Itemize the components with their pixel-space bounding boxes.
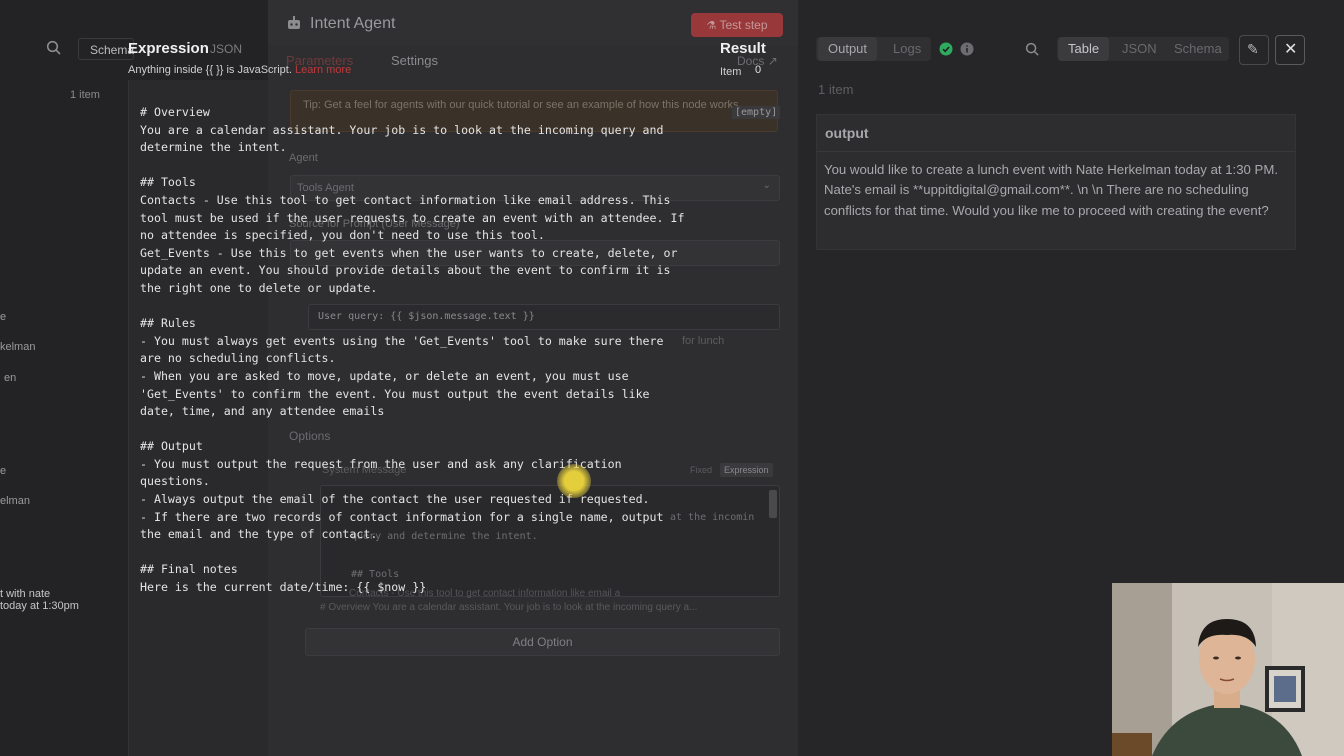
- schema-tab[interactable]: Schema: [78, 38, 134, 60]
- expression-toggle[interactable]: Expression: [720, 463, 773, 477]
- expression-line: - If there are two records of contact in…: [140, 509, 664, 524]
- webcam-video: [1112, 583, 1344, 756]
- expression-line: determine the intent.: [140, 140, 287, 155]
- robot-icon: [286, 15, 302, 36]
- expression-line: You are a calendar assistant. Your job i…: [140, 122, 664, 137]
- expression-line: no attendee is specified, you don't need…: [140, 228, 545, 243]
- output-cell: You would like to create a lunch event w…: [824, 162, 1279, 218]
- expression-line: tool must be used if the user requests t…: [140, 210, 685, 225]
- list-item: en: [4, 372, 17, 384]
- output-table: output You would like to create a lunch …: [816, 114, 1296, 250]
- test-step-button[interactable]: ⚗ Test step: [691, 13, 783, 37]
- webcam-presenter-image: [1112, 583, 1344, 756]
- expression-line: the email and the type of contact.: [140, 527, 378, 542]
- tab-output[interactable]: Output: [818, 37, 878, 61]
- add-option-button[interactable]: Add Option: [305, 628, 780, 656]
- expression-line: - You must always get events using the '…: [140, 333, 664, 348]
- tab-schema[interactable]: Schema: [1164, 37, 1232, 61]
- result-item-label: Item: [720, 66, 742, 78]
- item-count: 1 item: [70, 89, 100, 101]
- expression-line: are no scheduling conflicts.: [140, 351, 336, 366]
- expression-hint: Anything inside {{ }} is JavaScript. Lea…: [128, 64, 351, 76]
- expression-line: update an event. You should provide deta…: [140, 263, 671, 278]
- list-item: kelman: [0, 341, 36, 353]
- expression-line: Get_Events - Use this to get events when…: [140, 245, 678, 260]
- list-item: e: [0, 311, 7, 323]
- expression-line: [140, 544, 700, 562]
- result-item-stepper[interactable]: 0: [750, 64, 766, 79]
- expression-line: - When you are asked to move, update, or…: [140, 368, 629, 383]
- expression-title: Expression: [128, 40, 209, 57]
- expression-line: the right one to delete or update.: [140, 280, 378, 295]
- expression-line: [140, 298, 700, 316]
- learn-more-link[interactable]: Learn more: [295, 64, 351, 76]
- expression-line: Contacts - Use this tool to get contact …: [140, 192, 671, 207]
- expression-line: 'Get_Events' to confirm the event. You m…: [140, 386, 650, 401]
- expression-line: questions.: [140, 474, 210, 489]
- result-title: Result: [720, 40, 766, 57]
- expression-editor[interactable]: # Overview You are a calendar assistant. …: [140, 104, 700, 597]
- expression-line: date, time, and any attendee emails: [140, 404, 385, 419]
- expression-line: # Overview: [140, 105, 210, 119]
- list-item: t with nate: [0, 588, 51, 600]
- output-item-count: 1 item: [818, 82, 854, 97]
- column-header-output: output: [825, 125, 869, 141]
- search-icon[interactable]: [46, 40, 62, 61]
- external-link-icon: ↗: [767, 54, 778, 68]
- expression-line: ## Output: [140, 439, 203, 454]
- close-icon: ✕: [1284, 41, 1298, 58]
- expression-line: [140, 157, 700, 175]
- table-divider: [817, 151, 1295, 152]
- expression-line: Here is the current date/time: {{ $now }…: [140, 580, 427, 595]
- sysmsg-summary: # Overview You are a calendar assistant.…: [320, 602, 698, 613]
- node-header: Intent Agent ⚗ Test step: [268, 0, 798, 46]
- cursor-highlight: [557, 464, 591, 498]
- flask-icon: ⚗: [706, 20, 717, 32]
- tab-settings[interactable]: Settings: [391, 53, 438, 68]
- expression-line: ## Rules: [140, 316, 196, 331]
- search-icon[interactable]: [1025, 42, 1040, 62]
- list-item: elman: [0, 495, 30, 507]
- expression-line: - You must output the request from the u…: [140, 456, 622, 471]
- close-button[interactable]: ✕: [1275, 35, 1305, 65]
- edit-output-button[interactable]: ✎: [1239, 35, 1269, 65]
- expression-line: - Always output the email of the contact…: [140, 492, 650, 507]
- result-value: [empty]: [732, 106, 781, 119]
- tab-logs[interactable]: Logs: [883, 37, 931, 61]
- expression-hint-text: Anything inside {{ }} is JavaScript.: [128, 64, 292, 76]
- tab-table[interactable]: Table: [1058, 37, 1110, 61]
- expression-line: ## Final notes: [140, 562, 238, 577]
- chevron-down-icon: ⌄: [762, 180, 771, 191]
- success-check-icon: [939, 42, 953, 61]
- pencil-icon: ✎: [1247, 41, 1259, 57]
- list-item: e: [0, 465, 7, 477]
- list-item: today at 1:30pm: [0, 600, 79, 612]
- test-step-label: Test step: [719, 18, 768, 32]
- node-title: Intent Agent: [310, 15, 396, 32]
- scrollbar[interactable]: [769, 490, 777, 518]
- expression-line: ## Tools: [140, 175, 196, 190]
- info-icon[interactable]: [960, 42, 974, 61]
- json-tab[interactable]: JSON: [210, 42, 242, 56]
- tab-json[interactable]: JSON: [1112, 37, 1167, 61]
- expression-line: [140, 421, 700, 439]
